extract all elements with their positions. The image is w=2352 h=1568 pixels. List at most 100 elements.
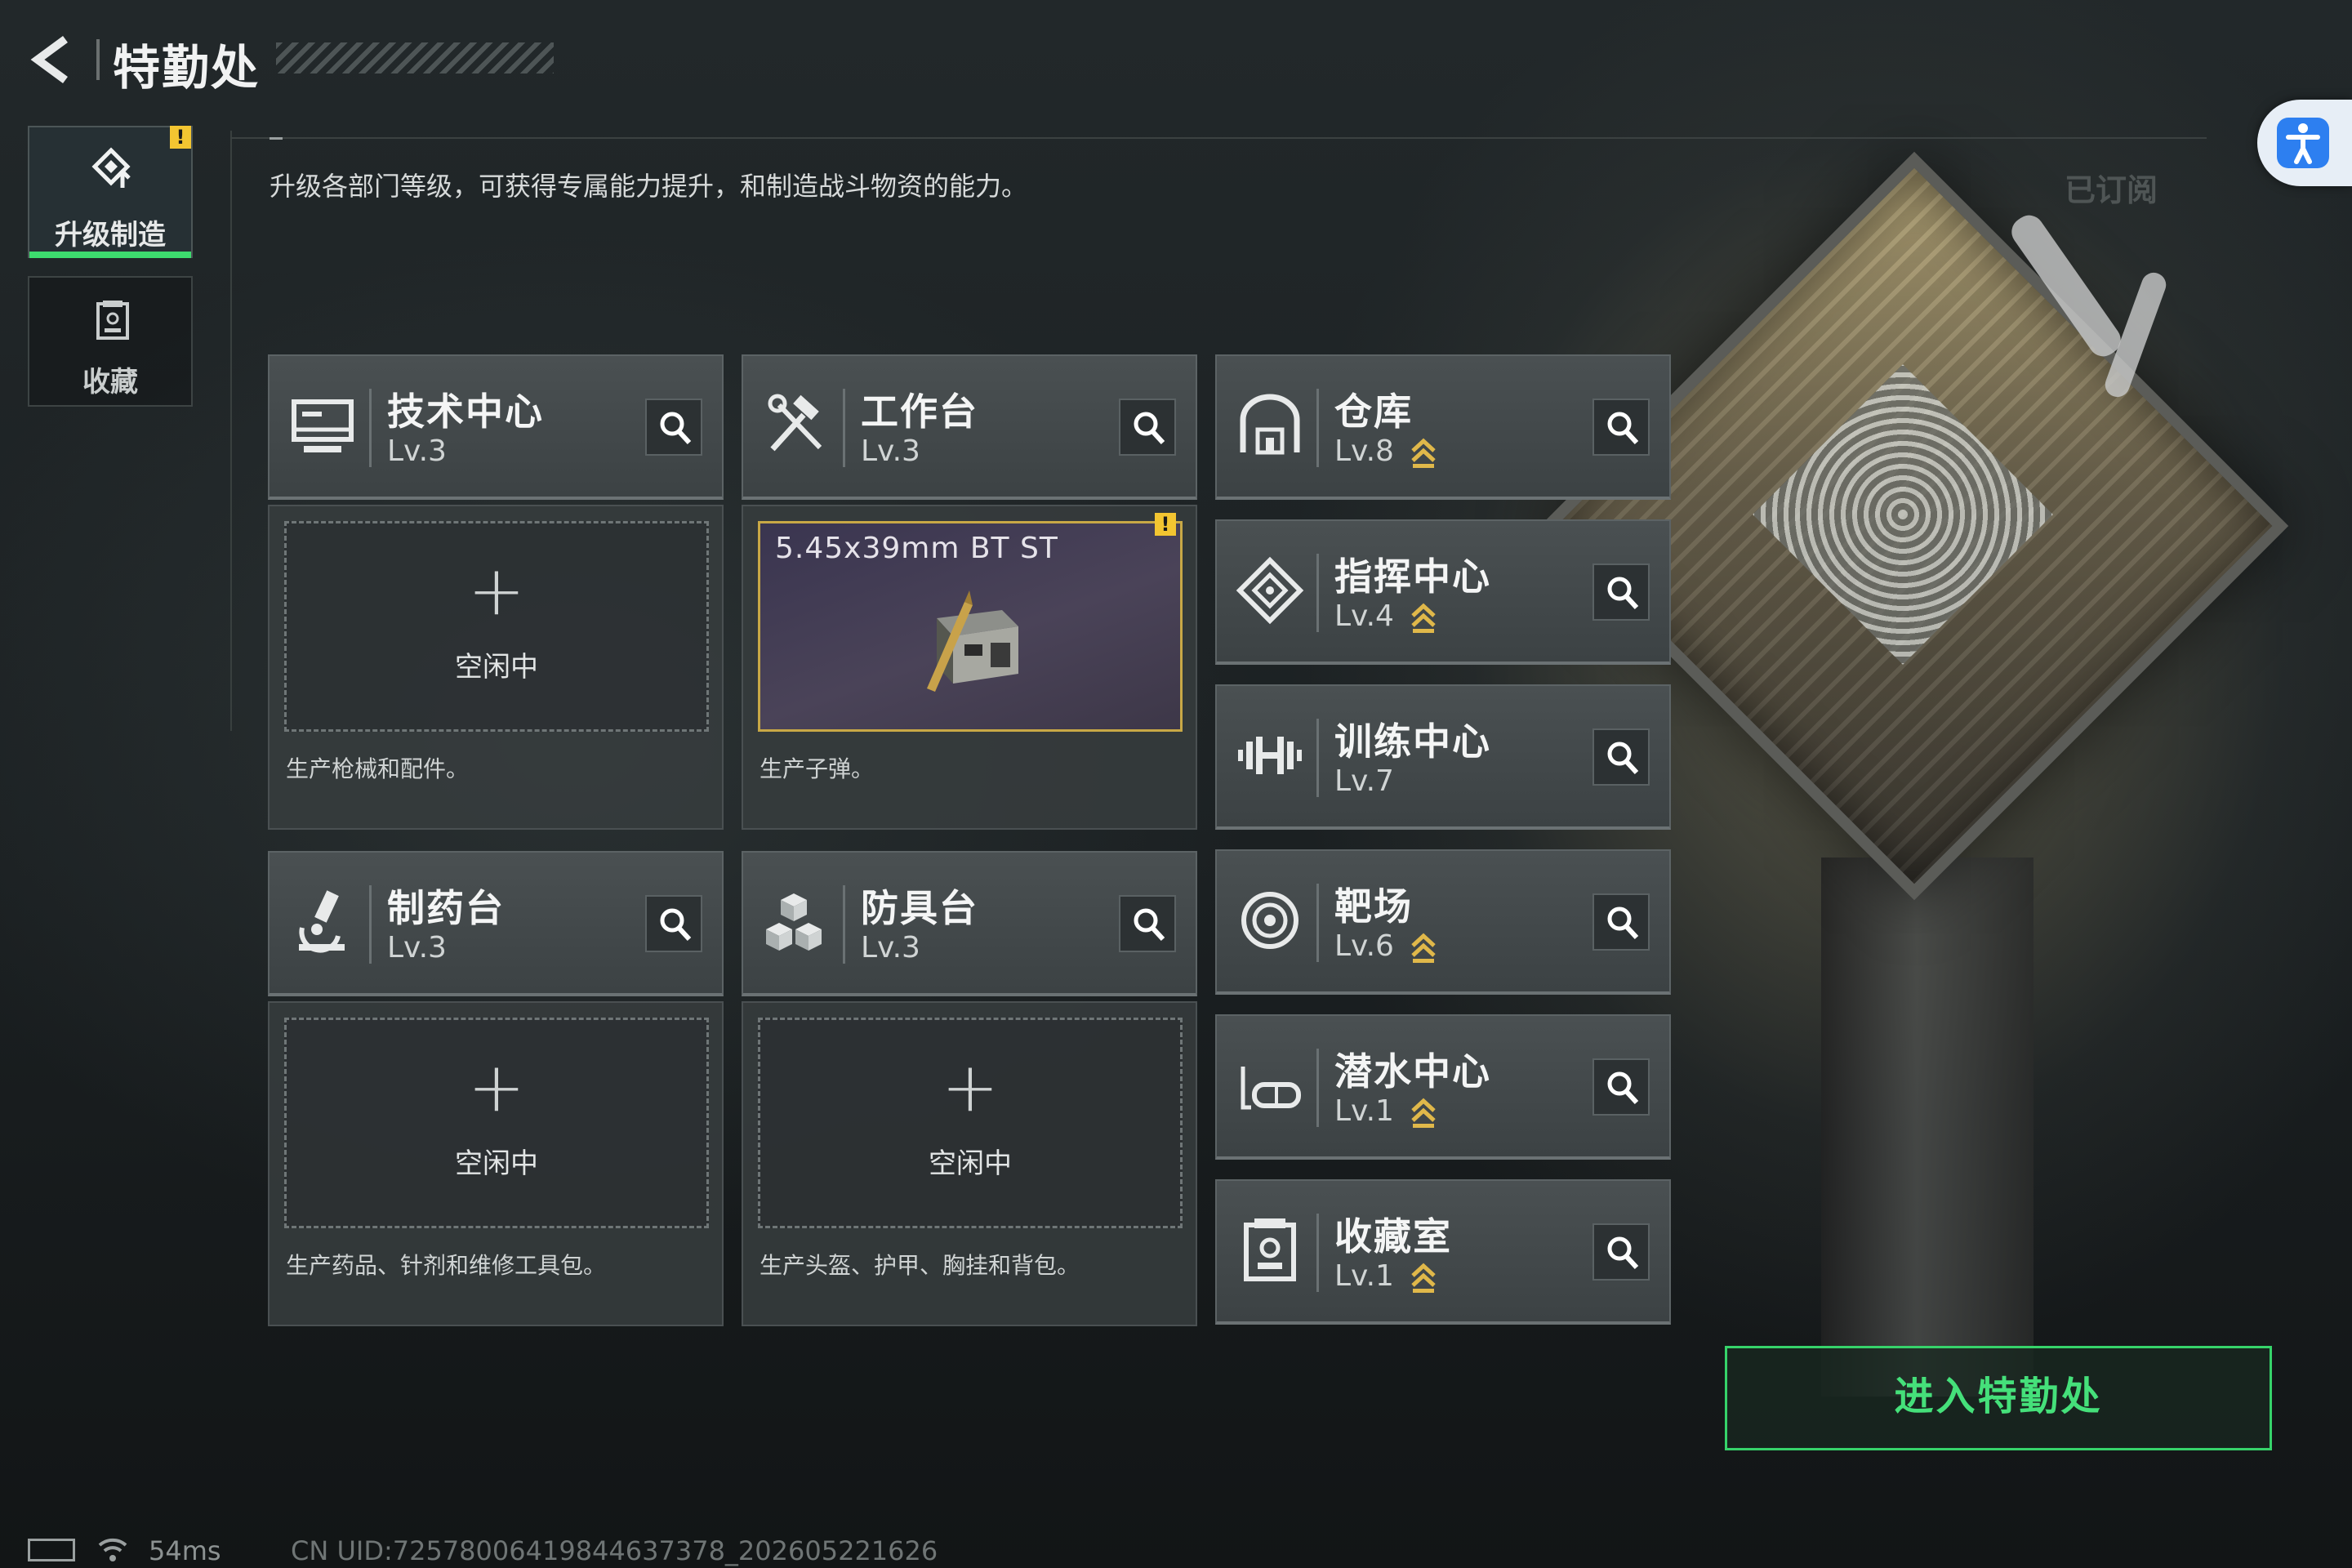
title-decoration [276,42,554,74]
inspect-button[interactable] [645,895,702,952]
facility-card-shooting-range[interactable]: 靶场 Lv.6 [1215,849,1671,995]
ammo-box-icon [927,590,1018,692]
card-divider [1316,1214,1319,1292]
inspect-button[interactable] [1592,399,1650,456]
back-arrow-icon[interactable] [24,31,82,88]
card-divider [1316,884,1319,962]
magnifier-icon [1607,577,1639,610]
facility-level: Lv.4 [1334,599,1394,633]
facility-level: Lv.1 [1334,1259,1394,1293]
facility-card-diving-center[interactable]: 潜水中心 Lv.1 [1215,1014,1671,1160]
facility-level: Lv.1 [1334,1094,1394,1128]
production-slot-active[interactable]: 5.45x39mm BT ST [758,521,1183,732]
alert-badge: ! [170,126,191,149]
command-diamond-icon [1236,556,1304,625]
inspect-button[interactable] [645,399,702,456]
production-slot-idle[interactable]: + 空闲中 [284,521,709,732]
inspect-button[interactable] [1119,399,1176,456]
page-description: 升级各部门等级，可获得专属能力提升，和制造战斗物资的能力。 [270,171,1028,202]
facility-name: 训练中心 [1334,719,1491,764]
upgrade-diamond-icon [91,147,131,188]
sidebar-tab-upgrade-craft[interactable]: 升级制造 ! [28,126,193,258]
facility-level: Lv.3 [861,931,920,964]
facility-name: 工作台 [861,390,978,434]
sidebar-tab-label: 收藏 [82,366,138,399]
inspect-button[interactable] [1592,893,1650,951]
production-panel-workbench: 5.45x39mm BT ST ! 生产子弹。 [742,505,1197,830]
facility-name: 潜水中心 [1334,1049,1491,1094]
inspect-button[interactable] [1592,1058,1650,1116]
facility-card-warehouse[interactable]: 仓库 Lv.8 [1215,354,1671,500]
upgrade-available-icon [1411,1263,1436,1293]
facility-card-armor-bench[interactable]: 防具台 Lv.3 [742,851,1197,996]
production-slot-idle[interactable]: + 空闲中 [758,1018,1183,1228]
magnifier-icon [1607,1236,1639,1270]
production-panel-pharmacy: + 空闲中 生产药品、针剂和维修工具包。 [268,1001,724,1326]
facility-name: 技术中心 [387,390,544,434]
facility-card-pharmacy[interactable]: 制药台 Lv.3 [268,851,724,996]
facility-level: Lv.6 [1334,929,1394,963]
divider-horizontal [230,137,2207,139]
card-divider [843,389,845,467]
sidebar-tab-label: 升级制造 [55,219,166,252]
card-divider [1316,554,1319,632]
card-divider [369,885,372,964]
card-divider [1316,389,1319,467]
subscribed-label: 已订阅 [2065,172,2158,208]
production-slot-idle[interactable]: + 空闲中 [284,1018,709,1228]
inspect-button[interactable] [1592,564,1650,621]
active-tab-indicator [29,252,191,258]
background-pillar [1821,858,2034,1396]
facility-level: Lv.3 [861,434,920,468]
add-icon: + [941,1047,1000,1127]
production-description: 生产药品、针剂和维修工具包。 [286,1252,607,1279]
sidebar-tab-collection[interactable]: 收藏 [28,276,193,407]
production-panel-armor-bench: + 空闲中 生产头盔、护甲、胸挂和背包。 [742,1001,1197,1326]
add-icon: + [467,1047,526,1127]
user-uid: CN UID:7257800641984463737​8_20260522162… [291,1535,938,1566]
title-divider [96,39,100,80]
facility-level: Lv.8 [1334,434,1394,468]
product-name: 5.45x39mm BT ST [775,532,1058,565]
magnifier-icon [1134,908,1165,942]
battery-icon [28,1539,75,1561]
wifi-icon [98,1538,127,1561]
collection-case-icon [96,301,129,340]
upgrade-available-icon [1411,933,1436,963]
inspect-button[interactable] [1592,1223,1650,1281]
accessibility-button[interactable] [2257,100,2352,186]
facility-name: 仓库 [1334,390,1413,434]
facility-name: 防具台 [861,886,978,930]
production-description: 生产子弹。 [760,755,875,782]
card-divider [1316,1049,1319,1127]
slot-status: 空闲中 [455,651,538,684]
divider-mark [270,137,283,140]
accessibility-icon [2286,123,2320,164]
facility-card-command-center[interactable]: 指挥中心 Lv.4 [1215,519,1671,665]
facility-card-tech-center[interactable]: 技术中心 Lv.3 [268,354,724,500]
enter-special-ops-button[interactable]: 进入特勤处 [1725,1346,2272,1450]
magnifier-icon [1607,742,1639,775]
production-panel-tech-center: + 空闲中 生产枪械和配件。 [268,505,724,830]
facility-level: Lv.7 [1334,764,1394,798]
facility-card-training-center[interactable]: 训练中心 Lv.7 [1215,684,1671,830]
facility-card-workbench[interactable]: 工作台 Lv.3 [742,354,1197,500]
inspect-button[interactable] [1119,895,1176,952]
card-divider [843,885,845,964]
upgrade-available-icon [1411,603,1436,633]
facility-card-collection-room[interactable]: 收藏室 Lv.1 [1215,1179,1671,1325]
blocks-icon [766,893,822,951]
production-description: 生产枪械和配件。 [286,755,470,782]
add-icon: + [467,550,526,630]
magnifier-icon [1607,906,1639,940]
facility-name: 指挥中心 [1334,555,1491,599]
diving-mask-icon [1241,1067,1301,1110]
slot-status: 空闲中 [929,1147,1012,1180]
facility-name: 制药台 [387,886,505,930]
ping-value: 54ms [149,1535,221,1566]
card-divider [369,389,372,467]
dumbbell-icon [1238,737,1302,774]
inspect-button[interactable] [1592,728,1650,786]
target-icon [1241,892,1298,949]
magnifier-icon [660,412,692,445]
